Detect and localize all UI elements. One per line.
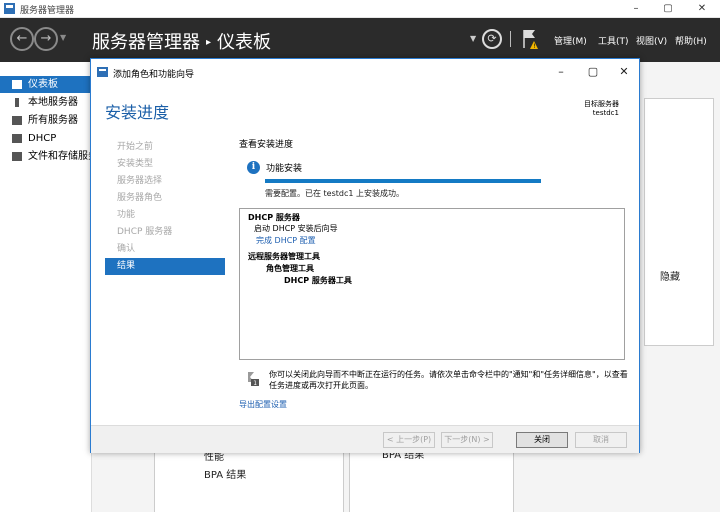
bpa-results-label[interactable]: BPA 结果 (204, 466, 246, 481)
wizard-titlebar: 添加角色和功能向导 – ▢ ✕ (91, 59, 639, 85)
sidebar-item-dhcp[interactable]: DHCP (0, 130, 92, 147)
breadcrumb-root: 服务器管理器 (92, 32, 200, 53)
sidebar-item-label: 所有服务器 (28, 115, 78, 126)
view-progress-label: 查看安装进度 (239, 140, 294, 150)
add-roles-wizard-dialog: 添加角色和功能向导 – ▢ ✕ 安装进度 目标服务器 testdc1 开始之前 … (90, 58, 640, 453)
all-servers-icon (12, 116, 22, 125)
breadcrumb-current: 仪表板 (217, 32, 272, 53)
page-title: 安装进度 (105, 103, 170, 122)
step-confirmation: 确认 (117, 244, 136, 254)
sidebar-item-label: DHCP (28, 133, 57, 144)
sidebar-item-label: 本地服务器 (28, 97, 78, 108)
breadcrumb-separator: ▸ (206, 37, 212, 48)
sidebar: 仪表板 本地服务器 所有服务器 DHCP 文件和存储服务 (0, 62, 92, 512)
app-titlebar: 服务器管理器 – ▢ ✕ (0, 0, 720, 18)
server-manager-icon (4, 3, 15, 14)
wizard-steps: 开始之前 安装类型 服务器选择 服务器角色 功能 DHCP 服务器 确认 结果 (105, 139, 225, 275)
sidebar-item-label: 仪表板 (28, 79, 58, 90)
maximize-button[interactable]: ▢ (656, 2, 680, 16)
dashboard-icon (12, 80, 22, 89)
step-dhcp-server: DHCP 服务器 (117, 227, 173, 237)
sidebar-item-local-server[interactable]: 本地服务器 (0, 94, 92, 111)
feature-install-label: 功能安装 (266, 164, 303, 174)
sidebar-item-all-servers[interactable]: 所有服务器 (0, 112, 92, 129)
back-arrow-icon[interactable]: ← (10, 27, 34, 51)
file-storage-icon (12, 152, 22, 161)
wizard-footer: < 上一步(P) 下一步(N) > 关闭 取消 (91, 425, 639, 453)
target-server-name: testdc1 (592, 109, 619, 117)
wizard-maximize-button[interactable]: ▢ (581, 64, 605, 80)
export-config-link[interactable]: 导出配置设置 (239, 399, 287, 410)
close-wizard-note: 你可以关闭此向导而不中断正在运行的任务。请依次单击命令栏中的"通知"和"任务详细… (269, 370, 628, 390)
info-icon: i (247, 161, 260, 174)
local-server-icon (15, 98, 19, 107)
wizard-close-button[interactable]: ✕ (612, 64, 636, 80)
step-installation-type: 安装类型 (117, 159, 154, 169)
sidebar-item-label: 文件和存储服务 (28, 151, 92, 162)
menu-manage[interactable]: 管理(M) (554, 34, 587, 47)
hide-link[interactable]: 隐藏 (660, 268, 680, 283)
notification-note-icon: 1 (248, 372, 259, 387)
refresh-dropdown-icon[interactable]: ▼ (470, 34, 476, 43)
header-divider (510, 31, 511, 47)
wizard-minimize-button[interactable]: – (549, 64, 573, 80)
step-server-selection: 服务器选择 (117, 176, 163, 186)
target-server-label: 目标服务器 (584, 100, 619, 108)
menu-view[interactable]: 视图(V) (636, 34, 667, 47)
svg-text:!: ! (533, 43, 535, 50)
result-dhcp-tools: DHCP 服务器工具 (284, 276, 352, 285)
close-button[interactable]: ✕ (690, 2, 714, 16)
next-button[interactable]: 下一步(N) > (441, 432, 493, 448)
dhcp-icon (12, 134, 22, 143)
refresh-icon[interactable]: ⟳ (482, 29, 502, 49)
step-server-roles: 服务器角色 (117, 193, 163, 203)
previous-button[interactable]: < 上一步(P) (383, 432, 435, 448)
welcome-tile (644, 98, 714, 346)
result-dhcp-server: DHCP 服务器 (248, 213, 300, 222)
svg-text:1: 1 (253, 380, 257, 387)
menu-tools[interactable]: 工具(T) (598, 34, 629, 47)
result-role-admin-tools: 角色管理工具 (266, 264, 314, 273)
wizard-title: 添加角色和功能向导 (113, 70, 195, 80)
cancel-button[interactable]: 取消 (575, 432, 627, 448)
wizard-app-icon (97, 67, 108, 77)
complete-dhcp-config-link[interactable]: 完成 DHCP 配置 (256, 235, 316, 246)
app-title: 服务器管理器 (20, 6, 75, 16)
notification-flag-icon[interactable]: ! (521, 28, 539, 50)
sidebar-item-file-storage[interactable]: 文件和存储服务 (0, 148, 92, 165)
result-rsat: 远程服务器管理工具 (248, 252, 320, 261)
menu-help[interactable]: 帮助(H) (675, 34, 707, 47)
minimize-button[interactable]: – (624, 2, 648, 16)
breadcrumb: 服务器管理器 ▸ 仪表板 (92, 28, 271, 54)
step-features: 功能 (117, 210, 136, 220)
install-progress-fill (265, 179, 541, 183)
step-results[interactable]: 结果 (105, 258, 225, 275)
step-before-you-begin: 开始之前 (117, 142, 154, 152)
install-status-text: 需要配置。已在 testdc1 上安装成功。 (265, 189, 405, 198)
sidebar-item-dashboard[interactable]: 仪表板 (0, 76, 92, 93)
results-list: DHCP 服务器 启动 DHCP 安装后向导 完成 DHCP 配置 远程服务器管… (239, 208, 625, 360)
app-header: ← → ▼ 服务器管理器 ▸ 仪表板 ▼ ⟳ ! 管理(M) 工具(T) 视图(V)… (0, 18, 720, 62)
forward-arrow-icon[interactable]: → (34, 27, 58, 51)
install-progress-bar (265, 179, 541, 183)
close-dialog-button[interactable]: 关闭 (516, 432, 568, 448)
history-dropdown-icon[interactable]: ▼ (60, 33, 66, 42)
result-launch-wizard: 启动 DHCP 安装后向导 (254, 224, 338, 233)
